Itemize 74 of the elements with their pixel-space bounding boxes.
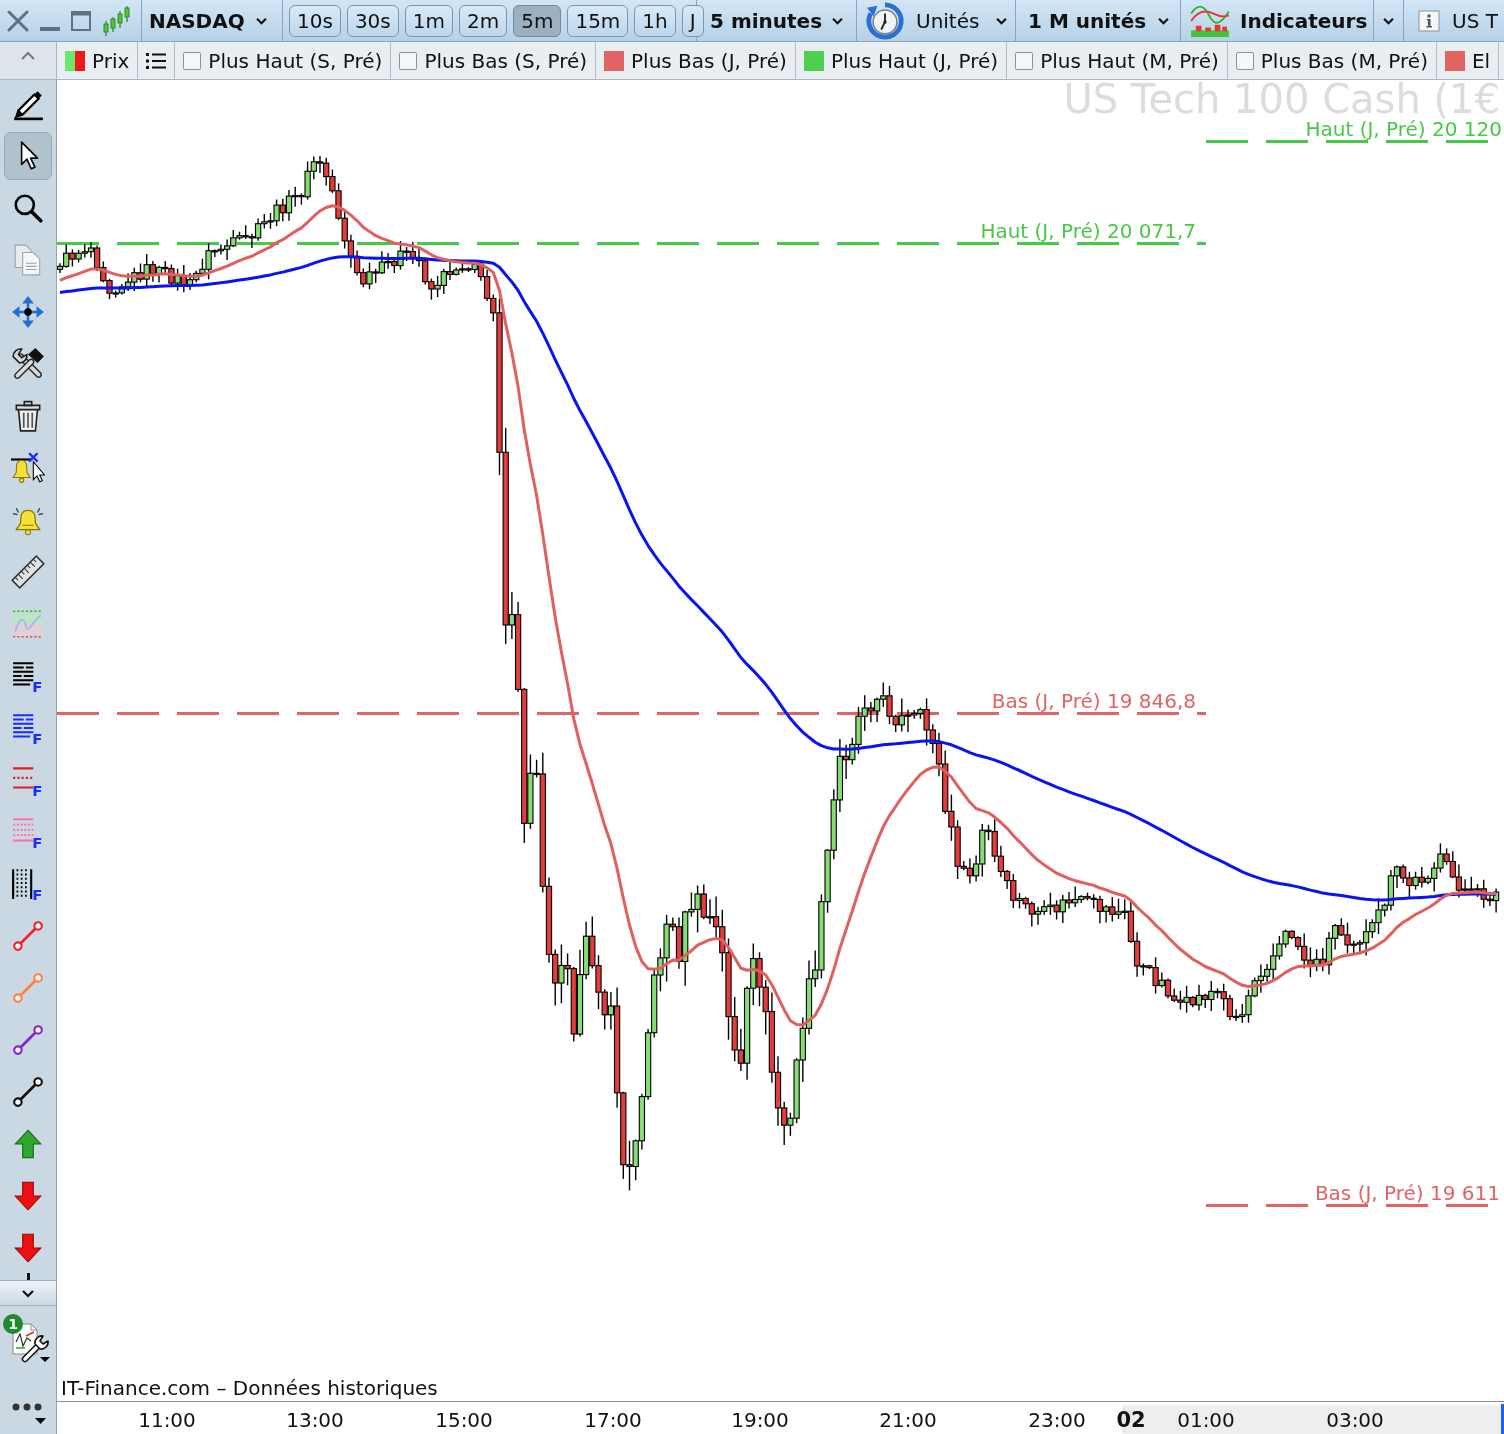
legend-label[interactable]: Plus Haut (S, Pré) (208, 48, 383, 73)
candlestick-icon[interactable] (102, 4, 130, 37)
scroll-down-button[interactable] (0, 1280, 56, 1306)
period-button[interactable]: 1m (404, 4, 453, 37)
units-value-dropdown[interactable]: 1 M unités (1016, 0, 1181, 41)
chevron-down-icon (21, 1288, 35, 1298)
time-label: 13:00 (286, 1409, 344, 1431)
indicators-button[interactable]: Indicateurs (1181, 0, 1374, 41)
checkbox[interactable] (1015, 51, 1034, 70)
wrench-hammer-icon (11, 347, 45, 381)
data-source-label: IT-Finance.com – Données historiques (61, 1377, 438, 1399)
caret-icon (831, 16, 844, 25)
period-button[interactable]: 10s (289, 4, 341, 37)
time-label: 11:00 (138, 1409, 196, 1431)
list-icon[interactable] (146, 51, 167, 70)
caret-icon (995, 16, 1008, 25)
time-label: 21:00 (879, 1409, 937, 1431)
level-label: Haut (J, Pré) 20 120 (1305, 118, 1502, 139)
close-icon[interactable] (7, 9, 29, 32)
info-icon (1418, 9, 1440, 32)
time-label: 03:00 (1326, 1409, 1384, 1431)
time-label: 15:00 (435, 1409, 493, 1431)
legend-label[interactable]: Plus Bas (S, Pré) (424, 48, 588, 73)
range-marker (1501, 1404, 1504, 1434)
indicators-icon (1190, 3, 1230, 38)
legend-label[interactable]: Plus Bas (J, Pré) (631, 48, 787, 73)
arrow-up-icon (11, 1127, 45, 1161)
caret-icon (1382, 16, 1395, 25)
caret-icon (255, 16, 268, 25)
move-arrows-icon (11, 295, 45, 329)
checkbox[interactable] (399, 51, 418, 70)
dash-icon (26, 1273, 30, 1280)
legend-label[interactable]: Prix (92, 48, 130, 73)
legend-label[interactable]: Plus Haut (M, Pré) (1040, 48, 1219, 73)
clock-icon (866, 1, 904, 40)
fibonacci-button[interactable]: F (4, 652, 52, 700)
fibonacci-button[interactable]: F (4, 756, 52, 804)
interval-dropdown[interactable]: 5 minutes (697, 0, 857, 41)
period-button[interactable]: J (681, 4, 704, 37)
time-label: 19:00 (731, 1409, 789, 1431)
zone-icon (11, 607, 45, 641)
notification-badge: 1 (3, 1314, 23, 1334)
period-button[interactable]: 15m (567, 4, 629, 37)
period-button[interactable]: 1h (634, 4, 676, 37)
arrow-down-icon (11, 1231, 45, 1265)
level-label: Bas (J, Pré) 19 846,8 (991, 690, 1196, 711)
bell-cursor-icon (11, 451, 45, 485)
period-button[interactable]: 5m (513, 4, 562, 37)
fibonacci-button[interactable]: F (4, 808, 52, 856)
pointer-button[interactable] (4, 132, 52, 180)
checkbox[interactable] (1235, 51, 1254, 70)
chevron-up-icon[interactable] (20, 51, 36, 60)
level-label: Haut (J, Pré) 20 071,7 (980, 220, 1196, 241)
legend-label[interactable]: El (1471, 48, 1491, 73)
time-label: 23:00 (1028, 1409, 1086, 1431)
time-label: 17:00 (584, 1409, 642, 1431)
fibonacci-button[interactable]: F (4, 704, 52, 752)
fibonacci-time-button[interactable]: F (4, 860, 52, 908)
arrow-down-icon (11, 1179, 45, 1213)
swatch-icon (65, 50, 85, 71)
legend-label[interactable]: Plus Haut (J, Pré) (830, 48, 999, 73)
caret-icon (1157, 16, 1170, 25)
level-label: Bas (J, Pré) 19 611 (1314, 1182, 1500, 1203)
period-button[interactable]: 2m (458, 4, 508, 37)
instrument-dropdown[interactable]: NASDAQ (142, 0, 283, 41)
period-button[interactable]: 30s (346, 4, 399, 37)
info-tab[interactable]: US T (1404, 0, 1504, 41)
units-dropdown[interactable]: Unités (857, 0, 1016, 41)
time-label: 01:00 (1177, 1409, 1235, 1431)
checkbox[interactable] (183, 51, 202, 70)
minimize-icon[interactable] (40, 26, 60, 31)
date-label: 02 (1116, 1409, 1146, 1431)
maximize-icon[interactable] (71, 10, 91, 31)
legend-label[interactable]: Plus Bas (M, Pré) (1260, 48, 1428, 73)
